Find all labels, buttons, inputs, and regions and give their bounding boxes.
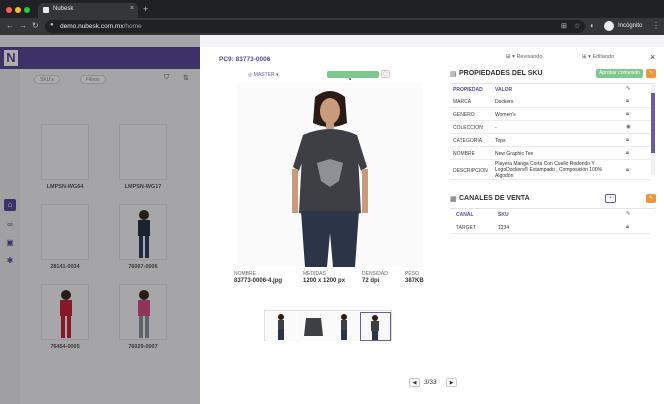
tab-close-icon[interactable]: × [130, 5, 134, 12]
model-photo [237, 83, 423, 267]
menu-more-icon[interactable]: ⋮ [652, 21, 660, 30]
edit-channels-button[interactable]: ✎ [646, 194, 656, 203]
thumbnail-selected[interactable] [360, 312, 391, 341]
extension-icon[interactable]: ◐ [590, 21, 595, 30]
image-meta-label: MEDIDAS [303, 271, 326, 277]
edit-pencil-icon[interactable]: ✎ [626, 211, 631, 217]
properties-icon: ▤ [450, 71, 457, 78]
url-text: demo.nubesk.com.mx/home [60, 23, 142, 30]
property-key: MARCA [453, 99, 472, 105]
channel-sku: 1234 [498, 225, 510, 231]
table-row[interactable]: TARGET 1234 🔒︎ [450, 220, 650, 234]
image-pager: ◀ 3/33 ▶ [409, 378, 459, 388]
table-row[interactable]: NOMBRE New Graphic Tee 🔒︎ [450, 147, 650, 160]
property-key: CATEGORIA [453, 138, 483, 144]
table-row[interactable]: MARCA Dockers 🔒︎ [450, 95, 650, 108]
approval-progress-bar[interactable] [327, 71, 379, 78]
new-tab-button[interactable]: + [143, 4, 148, 14]
edit-pencil-icon[interactable]: ✎ [626, 86, 631, 92]
favicon-icon [43, 7, 49, 13]
minimize-window-icon[interactable] [15, 7, 21, 13]
modal-backdrop[interactable] [0, 35, 200, 404]
back-icon[interactable]: ← [6, 21, 14, 30]
thumb-figure [278, 314, 284, 340]
url-field[interactable]: ● demo.nubesk.com.mx/home ⊞ ☆ [45, 20, 585, 33]
profile-label: Incógnito [618, 23, 643, 29]
lock-icon: 🔒︎ [626, 167, 629, 173]
image-meta-value: 1200 x 1200 px [303, 278, 346, 284]
next-image-button[interactable]: ▶ [446, 378, 457, 387]
status-reviewing[interactable]: ⊞ ▾ Revisando [506, 54, 542, 60]
lock-icon: 🔒︎ [626, 137, 629, 143]
channels-table: CANAL SKU ✎ TARGET 1234 🔒︎ [450, 208, 655, 234]
table-row[interactable]: COLECCION - ◉ [450, 121, 650, 134]
properties-scrollbar-thumb[interactable] [651, 93, 655, 153]
address-bar-row: ← → ↻ ● demo.nubesk.com.mx/home ⊞ ☆ ◐ [0, 18, 664, 35]
property-value: Playera Manga Corta Con Cuello Redondo Y… [495, 161, 603, 179]
image-meta-label: PESO [405, 271, 419, 277]
thumbnail[interactable] [329, 312, 360, 341]
product-photo [237, 83, 423, 267]
image-meta-value: 83773-0006-4.jpg [234, 278, 283, 284]
property-value: New Graphic Tee [495, 151, 534, 157]
pc9-code: PC9: 83773-0006 [219, 56, 271, 63]
image-meta-label: DENSIDAD [362, 271, 388, 277]
properties-table: PROPIEDAD VALOR ✎ MARCA Dockers 🔒︎ GENER… [450, 83, 655, 180]
lock-icon: 🔒︎ [626, 150, 629, 156]
thumb-figure [371, 315, 379, 340]
property-key: GENERO [453, 112, 475, 118]
master-tag[interactable]: ◎ MASTER ▾ [248, 72, 279, 78]
properties-title: PROPIEDADES DEL SKU [459, 70, 543, 77]
reload-icon[interactable]: ↻ [32, 21, 39, 30]
browser-tab[interactable]: Nubesk × [38, 3, 138, 18]
col-header-channel: CANAL [456, 212, 474, 218]
delete-image-button[interactable]: ▢ [381, 70, 390, 78]
sku-detail-modal: PC9: 83773-0006 ⊞ ▾ Revisando ⊞ ▾ Editan… [200, 47, 664, 404]
property-value: Dockers [495, 99, 514, 105]
thumb-figure [304, 318, 323, 336]
image-meta-value: 387KB [405, 278, 424, 284]
close-modal-button[interactable]: × [650, 52, 655, 62]
star-icon[interactable]: ☆ [574, 22, 580, 30]
incognito-avatar-icon[interactable] [604, 21, 614, 31]
thumbnail[interactable] [298, 312, 329, 341]
property-value: - [495, 125, 497, 131]
property-key: COLECCION [453, 125, 483, 131]
lock-icon: ● [50, 22, 54, 28]
add-channel-button[interactable]: + [605, 194, 616, 203]
col-header-value: VALOR [495, 87, 513, 93]
channels-title: CANALES DE VENTA [459, 195, 530, 202]
edit-properties-button[interactable]: ✎ [646, 69, 656, 78]
prev-image-button[interactable]: ◀ [409, 378, 420, 387]
channel-name: TARGET [456, 225, 476, 231]
table-row[interactable]: DESCRIPCION Playera Manga Corta Con Cuel… [450, 160, 650, 180]
channels-icon: ▦ [450, 196, 457, 203]
image-meta-label: NOMBRE [234, 271, 256, 277]
thumbnail-strip [264, 310, 392, 341]
col-header-property: PROPIEDAD [453, 87, 483, 93]
table-row[interactable]: GENERO Women's 🔒︎ [450, 108, 650, 121]
property-key: DESCRIPCION [453, 168, 488, 174]
thumb-figure [341, 314, 347, 340]
view-icon[interactable]: ◉ [626, 124, 631, 130]
lock-icon: 🔒︎ [626, 111, 629, 117]
table-row[interactable]: CATEGORIA Tops 🔒︎ [450, 134, 650, 147]
property-key: NOMBRE [453, 151, 475, 157]
tab-title: Nubesk [53, 6, 74, 12]
thumbnail[interactable] [266, 312, 297, 341]
image-meta-value: 72 dpi [362, 278, 380, 284]
property-value: Tops [495, 138, 506, 144]
forward-icon[interactable]: → [19, 21, 27, 30]
maximize-window-icon[interactable] [24, 7, 30, 13]
approve-content-button[interactable]: Aprobar contenido [596, 69, 643, 78]
status-editing[interactable]: ⊞ ▾ Editando [582, 54, 614, 60]
lock-icon: 🔒︎ [626, 98, 629, 104]
close-window-icon[interactable] [6, 7, 12, 13]
browser-titlebar: Nubesk × + [0, 0, 664, 18]
translate-icon[interactable]: ⊞ [561, 22, 567, 30]
col-header-sku: SKU [498, 212, 509, 218]
lock-icon: 🔒︎ [626, 224, 629, 230]
property-value: Women's [495, 112, 516, 118]
image-counter: 3/33 [424, 379, 437, 386]
